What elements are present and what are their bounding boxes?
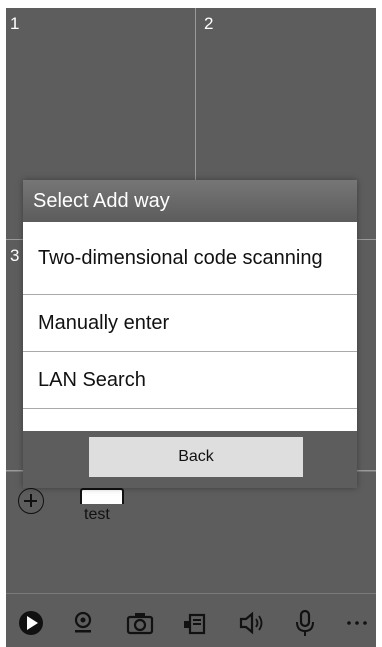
option-qr-scan[interactable]: Two-dimensional code scanning bbox=[23, 222, 357, 295]
cell-number: 3 bbox=[10, 246, 20, 265]
more-icon[interactable] bbox=[340, 606, 374, 640]
dialog-footer: Back bbox=[23, 431, 357, 488]
speaker-icon[interactable] bbox=[234, 606, 268, 640]
bottom-toolbar bbox=[6, 598, 376, 647]
add-device-icon[interactable] bbox=[18, 488, 44, 514]
camera-lens-icon[interactable] bbox=[66, 606, 100, 640]
divider bbox=[6, 593, 376, 594]
device-label: test bbox=[84, 506, 110, 523]
snapshot-icon[interactable] bbox=[123, 606, 157, 640]
record-icon[interactable] bbox=[178, 606, 212, 640]
back-button[interactable]: Back bbox=[89, 437, 303, 477]
option-manual-enter[interactable]: Manually enter bbox=[23, 295, 357, 352]
cell-number: 2 bbox=[204, 14, 214, 33]
add-way-dialog: Select Add way Two-dimensional code scan… bbox=[23, 180, 357, 488]
dialog-title: Select Add way bbox=[23, 180, 357, 222]
cell-number: 1 bbox=[10, 14, 20, 33]
device-thumbnail[interactable] bbox=[80, 488, 124, 504]
play-icon[interactable] bbox=[14, 606, 48, 640]
microphone-icon[interactable] bbox=[288, 606, 322, 640]
option-lan-search[interactable]: LAN Search bbox=[23, 352, 357, 409]
